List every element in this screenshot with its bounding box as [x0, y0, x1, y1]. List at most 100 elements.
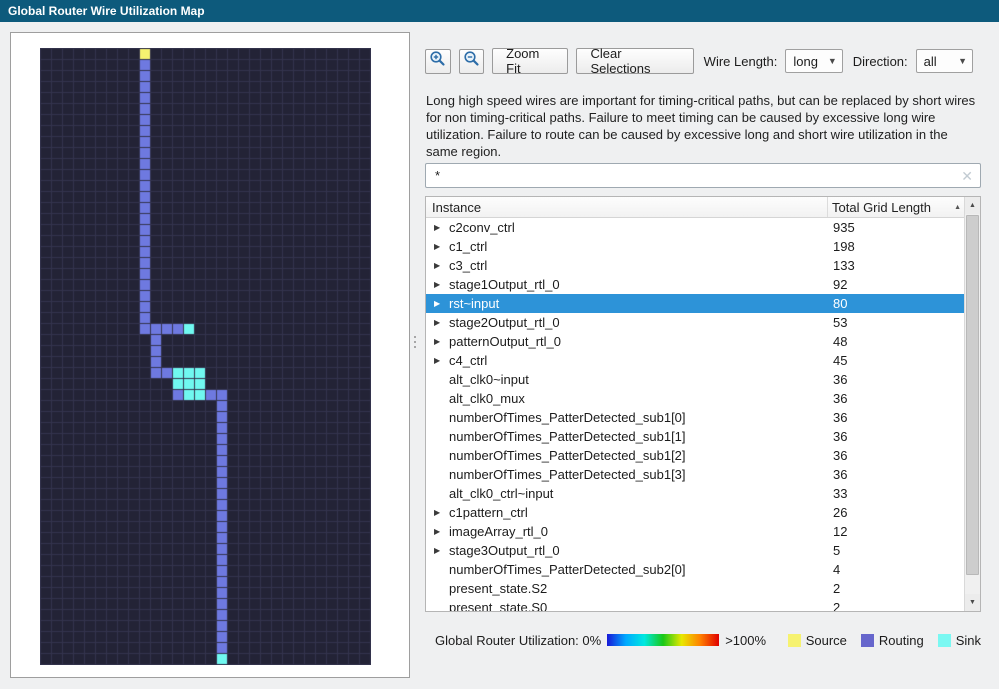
table-row[interactable]: ▶c1_ctrl 198 — [426, 237, 964, 256]
clear-selections-button[interactable]: Clear Selections — [576, 48, 693, 74]
expand-arrow-icon[interactable]: ▶ — [434, 546, 449, 555]
instance-table: Instance Total Grid Length ▲ ▶c2conv_ctr… — [425, 196, 981, 612]
table-row[interactable]: numberOfTimes_PatterDetected_sub1[3] 36 — [426, 465, 964, 484]
expand-arrow-icon[interactable]: ▶ — [434, 261, 449, 270]
zoom-out-button[interactable] — [459, 49, 485, 74]
total-grid-length-value: 2 — [828, 581, 964, 596]
expand-arrow-icon[interactable]: ▶ — [434, 356, 449, 365]
table-row[interactable]: ▶c3_ctrl133 — [426, 256, 964, 275]
table-row[interactable]: alt_clk0_mux 36 — [426, 389, 964, 408]
total-grid-length-value: 36 — [828, 467, 964, 482]
direction-label: Direction: — [853, 54, 908, 69]
expand-arrow-icon[interactable]: ▶ — [434, 242, 449, 251]
total-grid-length-value: 48 — [828, 334, 964, 349]
instance-name: c2conv_ctrl — [449, 220, 515, 235]
instance-name: numberOfTimes_PatterDetected_sub1[3] — [449, 467, 686, 482]
window-titlebar[interactable]: Global Router Wire Utilization Map — [0, 0, 999, 22]
legend-label: Source — [806, 633, 847, 648]
table-row[interactable]: ▶c2conv_ctrl 935 — [426, 218, 964, 237]
table-row[interactable]: numberOfTimes_PatterDetected_sub1[0]36 — [426, 408, 964, 427]
table-row[interactable]: present_state.S2 2 — [426, 579, 964, 598]
table-row[interactable]: ▶rst~input80 — [426, 294, 964, 313]
instance-name: numberOfTimes_PatterDetected_sub1[2] — [449, 448, 686, 463]
table-row[interactable]: alt_clk0_ctrl~input33 — [426, 484, 964, 503]
table-row[interactable]: numberOfTimes_PatterDetected_sub2[0]4 — [426, 560, 964, 579]
direction-value: all — [924, 54, 937, 69]
direction-dropdown[interactable]: all ▼ — [916, 49, 973, 73]
total-grid-length-value: 33 — [828, 486, 964, 501]
source-color-swatch — [788, 634, 801, 647]
expand-arrow-icon[interactable]: ▶ — [434, 223, 449, 232]
total-grid-length-value: 4 — [828, 562, 964, 577]
expand-arrow-icon[interactable]: ▶ — [434, 318, 449, 327]
instance-column-header[interactable]: Instance — [426, 197, 828, 217]
total-grid-length-value: 36 — [828, 372, 964, 387]
instance-name: stage1Output_rtl_0 — [449, 277, 560, 292]
instance-table-body: ▶c2conv_ctrl935▶c1_ctrl198▶c3_ctrl133▶st… — [426, 218, 964, 612]
expand-arrow-icon[interactable]: ▶ — [434, 299, 449, 308]
total-grid-length-value: 36 — [828, 448, 964, 463]
table-row[interactable]: ▶c1pattern_ctrl26 — [426, 503, 964, 522]
instance-name: c1_ctrl — [449, 239, 487, 254]
total-grid-length-value: 45 — [828, 353, 964, 368]
total-grid-length-value: 2 — [828, 600, 964, 612]
instance-name: present_state.S2 — [449, 581, 547, 596]
total-grid-length-value: 92 — [828, 277, 964, 292]
vertical-scrollbar[interactable]: ▲ ▼ — [964, 197, 980, 611]
instance-name: alt_clk0~input — [449, 372, 529, 387]
legend-label: Sink — [956, 633, 981, 648]
utilization-max-label: >100% — [725, 633, 766, 648]
instance-name: present_state.S0 — [449, 600, 547, 612]
chevron-down-icon: ▼ — [958, 56, 967, 66]
table-row[interactable]: ▶patternOutput_rtl_048 — [426, 332, 964, 351]
table-header: Instance Total Grid Length ▲ — [426, 197, 964, 218]
clear-filter-icon[interactable]: ✕ — [961, 169, 973, 183]
scrollbar-thumb[interactable] — [966, 215, 979, 575]
total-grid-length-value: 198 — [828, 239, 964, 254]
zoom-in-icon — [429, 50, 446, 72]
expand-arrow-icon[interactable]: ▶ — [434, 508, 449, 517]
table-row[interactable]: ▶stage2Output_rtl_0 53 — [426, 313, 964, 332]
total-grid-length-column-header[interactable]: Total Grid Length ▲ — [828, 197, 964, 217]
utilization-gradient — [607, 634, 719, 646]
scroll-down-icon[interactable]: ▼ — [965, 594, 980, 611]
instance-name: stage2Output_rtl_0 — [449, 315, 560, 330]
total-grid-length-value: 80 — [828, 296, 964, 311]
legend: Global Router Utilization: 0% >100% Sour… — [425, 632, 981, 648]
expand-arrow-icon[interactable]: ▶ — [434, 527, 449, 536]
total-grid-length-value: 12 — [828, 524, 964, 539]
utilization-map-panel — [10, 32, 410, 678]
total-grid-length-value: 36 — [828, 391, 964, 406]
wire-length-dropdown[interactable]: long ▼ — [785, 49, 842, 73]
table-row[interactable]: ▶imageArray_rtl_0 12 — [426, 522, 964, 541]
zoom-in-button[interactable] — [425, 49, 451, 74]
total-grid-length-value: 935 — [828, 220, 964, 235]
table-row[interactable]: ▶stage1Output_rtl_0 92 — [426, 275, 964, 294]
table-row[interactable]: ▶stage3Output_rtl_0 5 — [426, 541, 964, 560]
table-row[interactable]: alt_clk0~input 36 — [426, 370, 964, 389]
expand-arrow-icon[interactable]: ▶ — [434, 280, 449, 289]
total-grid-length-value: 5 — [828, 543, 964, 558]
table-row[interactable]: ▶c4_ctrl45 — [426, 351, 964, 370]
scroll-up-icon[interactable]: ▲ — [965, 197, 980, 214]
filter-input[interactable] — [433, 167, 955, 184]
expand-arrow-icon[interactable]: ▶ — [434, 337, 449, 346]
instance-name: alt_clk0_mux — [449, 391, 525, 406]
zoom-fit-button[interactable]: Zoom Fit — [492, 48, 568, 74]
description-text: Long high speed wires are important for … — [426, 92, 982, 161]
utilization-map-canvas[interactable] — [40, 48, 371, 665]
instance-name: stage3Output_rtl_0 — [449, 543, 560, 558]
table-row[interactable]: numberOfTimes_PatterDetected_sub1[1]36 — [426, 427, 964, 446]
total-grid-length-value: 36 — [828, 429, 964, 444]
zoom-out-icon — [463, 50, 480, 72]
total-grid-length-value: 26 — [828, 505, 964, 520]
routing-color-swatch — [861, 634, 874, 647]
instance-name: imageArray_rtl_0 — [449, 524, 548, 539]
controls-panel: Zoom Fit Clear Selections Wire Length: l… — [425, 42, 981, 682]
total-grid-length-value: 53 — [828, 315, 964, 330]
table-row[interactable]: present_state.S0 2 — [426, 598, 964, 612]
sink-color-swatch — [938, 634, 951, 647]
table-row[interactable]: numberOfTimes_PatterDetected_sub1[2] 36 — [426, 446, 964, 465]
utilization-label: Global Router Utilization: 0% — [435, 633, 601, 648]
panel-splitter[interactable] — [412, 42, 418, 642]
